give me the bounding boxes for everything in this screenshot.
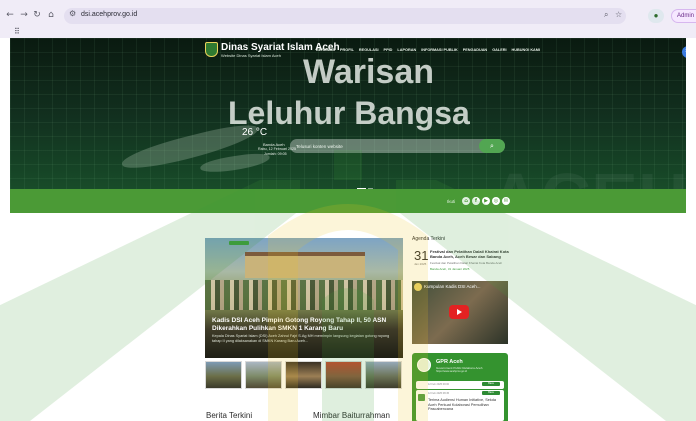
hero-heading-line1: Warisan xyxy=(303,53,435,91)
video-title[interactable]: Kumpulan Kadis DSI Aceh... xyxy=(424,284,481,289)
menu-item-ppid[interactable]: PPID xyxy=(384,48,393,52)
back-arrow-icon[interactable]: ← xyxy=(4,9,16,21)
news-thumbnail[interactable] xyxy=(325,361,362,389)
agenda-meta: Banda Aceh, 31 Januari 2025 xyxy=(430,267,470,271)
social-icons: ⌂ f ▶ ◎ ✉ xyxy=(462,197,510,205)
menu-item-laporan[interactable]: LAPORAN xyxy=(397,48,416,52)
profile-icon[interactable]: ● xyxy=(648,9,664,23)
menu-item-regulasi[interactable]: REGULASI xyxy=(359,48,379,52)
site-subtitle: Website Dinas Syariat Islam Aceh xyxy=(221,53,281,58)
bookmark-star-icon[interactable]: ☆ xyxy=(615,10,622,19)
play-button-icon[interactable] xyxy=(449,305,469,319)
featured-news-card[interactable]: Kadis DSI Aceh Pimpin Gotong Royong Taha… xyxy=(205,238,403,358)
reload-icon[interactable]: ↻ xyxy=(31,9,43,21)
url-text[interactable]: dsi.acehprov.go.id xyxy=(81,11,137,18)
social-bar: Ikuti ⌂ f ▶ ◎ ✉ xyxy=(10,189,686,213)
mimbar-heading: Mimbar Baiturrahman xyxy=(313,411,390,420)
gpr-item-text: Terima Audiensi Human Initiative, Sekda … xyxy=(428,398,496,412)
zoom-icon[interactable]: ⌕ xyxy=(604,10,608,20)
channel-avatar xyxy=(414,283,422,291)
news-icon xyxy=(418,394,425,401)
agenda-day: 31 xyxy=(414,248,429,263)
site-settings-icon[interactable]: ⚙ xyxy=(69,9,76,18)
hero-search-bar: ⌕ xyxy=(290,139,505,153)
weather-time: Jumlah: 09:05 xyxy=(264,152,287,156)
menu-item-pengaduan[interactable]: PENGADUAN xyxy=(463,48,487,52)
admin-request-button[interactable]: Admin request xyxy=(671,9,696,23)
read-more-button[interactable]: Baca Selengkapnya xyxy=(482,382,500,389)
menu-item-informasi-publik[interactable]: INFORMASI PUBLIK xyxy=(421,48,458,52)
menu-item-galeri[interactable]: GALERI xyxy=(492,48,506,52)
gpr-link[interactable]: https://www.acehprov.go.id xyxy=(436,370,467,373)
featured-news-title[interactable]: Kadis DSI Aceh Pimpin Gotong Royong Taha… xyxy=(212,317,398,333)
latest-news-heading: Berita Terkini xyxy=(206,411,253,420)
category-tag xyxy=(229,241,249,245)
menu-item-hubungi-kami[interactable]: HUBUNGI KAMI xyxy=(512,48,540,52)
news-thumbnail[interactable] xyxy=(365,361,402,389)
gpr-item-meta: 12 Feb 2025 09:00 xyxy=(428,383,449,386)
weather-temperature: 26 °C xyxy=(242,127,268,138)
gpr-news-item[interactable]: 12 Feb 2025 09:00 Baca Selengkapnya xyxy=(416,381,504,389)
gpr-logo xyxy=(417,358,431,372)
gpr-widget: GPR Aceh Government Public Relations Ace… xyxy=(412,353,508,421)
gpr-item-meta: 12 Feb 2025 08:45 xyxy=(428,392,449,395)
apps-grid-icon[interactable]: ⠿ xyxy=(14,27,20,36)
gpr-name[interactable]: GPR Aceh xyxy=(436,359,463,365)
featured-image-crowd xyxy=(205,280,403,310)
video-embed[interactable]: Kumpulan Kadis DSI Aceh... xyxy=(412,281,508,344)
news-thumbnails xyxy=(205,361,402,389)
mail-icon[interactable]: ✉ xyxy=(502,197,510,205)
menu-item-beranda[interactable]: BERANDA xyxy=(316,48,335,52)
featured-image-building xyxy=(245,252,365,278)
agenda-heading: Agenda Terkini xyxy=(412,236,445,242)
home-icon[interactable]: ⌂ xyxy=(45,9,57,21)
agenda-title[interactable]: Festival dan Pelatihan Dalail Khairat Ko… xyxy=(430,249,510,259)
agenda-description: Festival dan Pelatihan Dalail Khairat Ko… xyxy=(430,261,503,265)
menu-item-profil[interactable]: PROFIL xyxy=(340,48,354,52)
news-thumbnail[interactable] xyxy=(205,361,242,389)
address-bar[interactable]: ⚙ dsi.acehprov.go.id ⌕ ☆ xyxy=(64,8,626,24)
gpr-news-item[interactable]: 12 Feb 2025 08:45 Baca Selengkapnya Teri… xyxy=(416,390,504,421)
news-thumbnail[interactable] xyxy=(285,361,322,389)
youtube-icon[interactable]: ▶ xyxy=(482,197,490,205)
home-icon[interactable]: ⌂ xyxy=(462,197,470,205)
main-menu: BERANDA PROFIL REGULASI PPID LAPORAN INF… xyxy=(316,48,540,52)
read-more-button[interactable]: Baca Selengkapnya xyxy=(482,391,500,398)
search-icon[interactable]: ⌕ xyxy=(479,139,505,153)
search-input[interactable] xyxy=(296,141,471,151)
browser-toolbar: ← → ↻ ⌂ ⚙ dsi.acehprov.go.id ⌕ ☆ ● Admin… xyxy=(0,0,696,38)
social-label: Ikuti xyxy=(447,199,456,204)
instagram-icon[interactable]: ◎ xyxy=(492,197,500,205)
featured-news-excerpt: Kepala Dinas Syariat Islam (DSI) Aceh Za… xyxy=(212,334,390,343)
news-thumbnail[interactable] xyxy=(245,361,282,389)
agenda-month: Jan 2025 xyxy=(414,262,427,266)
facebook-icon[interactable]: f xyxy=(472,197,480,205)
forward-arrow-icon[interactable]: → xyxy=(18,9,30,21)
hero-banner: ACEH Dinas Syariat Islam Aceh Website Di… xyxy=(10,38,686,213)
site-logo[interactable] xyxy=(205,42,218,57)
page: ← → ↻ ⌂ ⚙ dsi.acehprov.go.id ⌕ ☆ ● Admin… xyxy=(0,0,696,421)
